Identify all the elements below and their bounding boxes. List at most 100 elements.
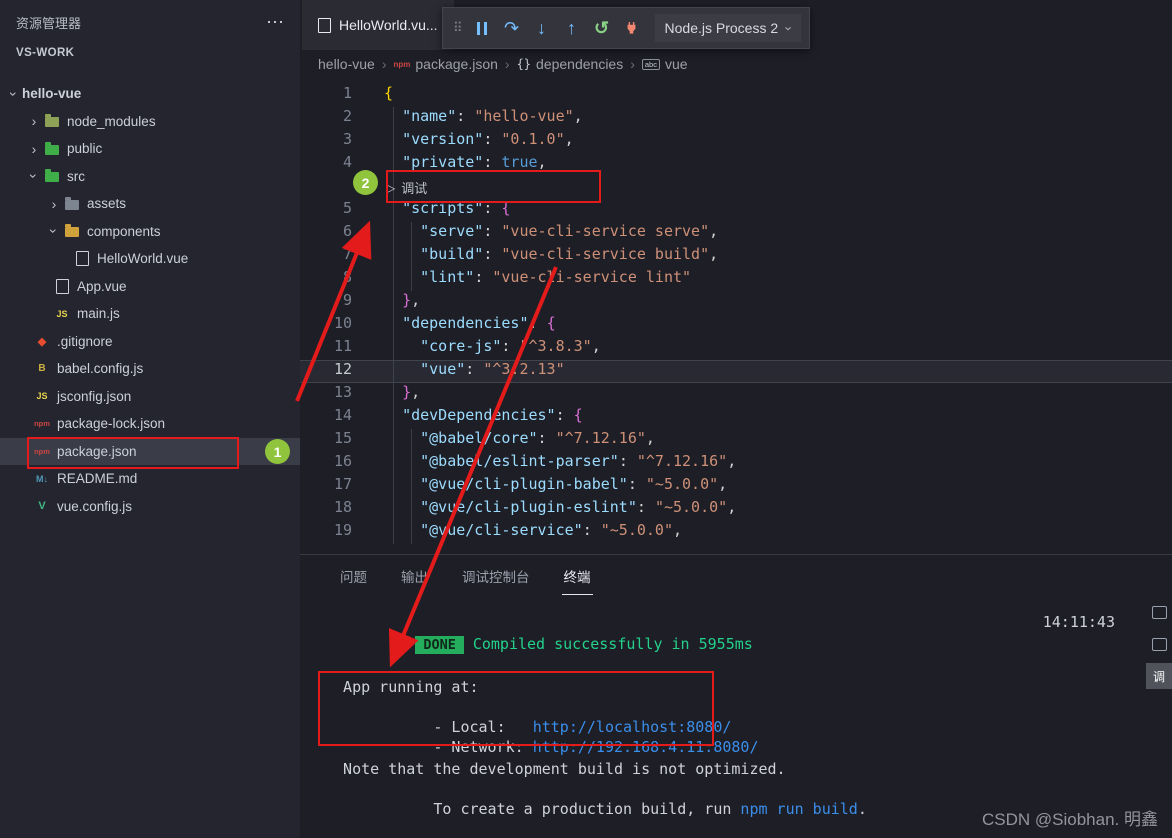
code-text: "scripts": {	[402, 199, 511, 217]
code-line-8[interactable]: 8 "lint": "vue-cli-service lint"	[300, 268, 1172, 291]
tree-item-App.vue[interactable]: App.vue	[0, 273, 300, 301]
tree-item-jsconfig.json[interactable]: JS jsconfig.json	[0, 383, 300, 411]
tree-item-src[interactable]: › src	[0, 163, 300, 191]
line-number: 3	[342, 130, 352, 148]
chevron-down-icon[interactable]: ›	[46, 223, 62, 239]
code-line-19[interactable]: 19 "@vue/cli-service": "~5.0.0",	[300, 521, 1172, 544]
file-tree: › hello-vue › node_modules › public › src › asset…	[0, 80, 300, 520]
folder-nm-icon	[42, 113, 62, 129]
terminal-list-item[interactable]: 调	[1146, 663, 1172, 689]
code-text: "@vue/cli-service": "~5.0.0",	[420, 521, 683, 539]
folder-gray-icon	[62, 196, 82, 212]
debug-codelens-button[interactable]: ▷ 调试	[386, 176, 427, 199]
local-url-line: - Local: http://localhost:8080/	[325, 697, 1144, 736]
git-icon: ◆	[37, 335, 47, 348]
line-number: 2	[342, 107, 352, 125]
tree-item-public[interactable]: › public	[0, 135, 300, 163]
play-icon: ▷	[386, 180, 396, 195]
tree-item-assets[interactable]: › assets	[0, 190, 300, 218]
note-line-2: To create a production build, run npm ru…	[325, 779, 1144, 818]
line-number: 16	[333, 452, 352, 470]
step-out-icon[interactable]: ↑	[557, 13, 587, 43]
step-over-icon[interactable]: ↷	[497, 13, 527, 43]
code-text: "lint": "vue-cli-service lint"	[420, 268, 692, 286]
terminal-list: 调	[1146, 599, 1172, 689]
code-line-16[interactable]: 16 "@babel/eslint-parser": "^7.12.16",	[300, 452, 1172, 475]
more-actions-icon[interactable]: ⋯	[266, 12, 284, 33]
code-text: },	[402, 383, 421, 401]
code-line-2[interactable]: 2 "name": "hello-vue",	[300, 107, 1172, 130]
breadcrumb-item-vue[interactable]: abc vue	[641, 56, 688, 72]
code-line-6[interactable]: 6 "serve": "vue-cli-service serve",	[300, 222, 1172, 245]
step-into-icon[interactable]: ↓	[527, 13, 557, 43]
workspace-section-header[interactable]: VS-WORK	[0, 44, 300, 66]
tree-item-.gitignore[interactable]: ◆ .gitignore	[0, 328, 300, 356]
code-line-14[interactable]: 14 "devDependencies": {	[300, 406, 1172, 429]
annotation-badge-1: 1	[265, 439, 290, 464]
code-line-1[interactable]: 1{	[300, 84, 1172, 107]
tree-label: public	[67, 141, 103, 157]
restart-icon[interactable]: ↺	[587, 13, 617, 43]
tree-item-package.json[interactable]: npm package.json	[0, 437, 300, 465]
code-line-15[interactable]: 15 "@babel/core": "^7.12.16",	[300, 429, 1172, 452]
pause-icon[interactable]	[467, 13, 497, 43]
panel-tab-终端[interactable]: 终端	[561, 556, 593, 595]
tree-label: hello-vue	[22, 86, 82, 102]
code-line-3[interactable]: 3 "version": "0.1.0",	[300, 130, 1172, 153]
code-line-10[interactable]: 10 "dependencies": {	[300, 314, 1172, 337]
chevron-down-icon[interactable]: ›	[26, 168, 42, 184]
breadcrumb-item-dependencies[interactable]: {} dependencies	[517, 56, 624, 72]
breadcrumb: hello-vue › npm package.json › {} dependencies…	[300, 50, 1172, 78]
tab-helloworld[interactable]: HelloWorld.vu...	[302, 0, 454, 50]
tree-item-README.md[interactable]: M↓ README.md	[0, 465, 300, 493]
tree-item-hello-vue[interactable]: › hello-vue	[0, 80, 300, 108]
local-url-link[interactable]: http://localhost:8080/	[533, 718, 732, 736]
npm-icon: npm	[34, 419, 50, 429]
line-number: 17	[333, 475, 352, 493]
breadcrumb-item-hello-vue[interactable]: hello-vue	[318, 56, 375, 72]
code-line-12[interactable]: 12 "vue": "^3.2.13"	[300, 360, 1172, 383]
network-url-link[interactable]: http://192.168.4.11:8080/	[533, 738, 759, 756]
code-line-17[interactable]: 17 "@vue/cli-plugin-babel": "~5.0.0",	[300, 475, 1172, 498]
tree-item-node_modules[interactable]: › node_modules	[0, 108, 300, 136]
breadcrumb-separator: ›	[381, 56, 387, 72]
process-selector[interactable]: Node.js Process 2 ›	[654, 14, 802, 42]
timestamp: 14:11:43	[1042, 613, 1115, 631]
tree-item-components[interactable]: › components	[0, 218, 300, 246]
panel-tab-输出[interactable]: 输出	[399, 556, 430, 594]
tree-label: package-lock.json	[57, 416, 166, 432]
tree-label: main.js	[77, 306, 120, 322]
code-line-13[interactable]: 13 },	[300, 383, 1172, 406]
tree-item-vue.config.js[interactable]: Vvue.config.js	[0, 493, 300, 521]
code-line-18[interactable]: 18 "@vue/cli-plugin-eslint": "~5.0.0",	[300, 498, 1172, 521]
terminal-list-item[interactable]	[1146, 599, 1172, 625]
code-editor[interactable]: 1{2 "name": "hello-vue", 3 "version": "0.…	[300, 78, 1172, 554]
line-number: 18	[333, 498, 352, 516]
terminal-list-item[interactable]	[1146, 631, 1172, 657]
drag-handle-icon[interactable]: ⠿	[453, 20, 463, 36]
panel-tab-问题[interactable]: 问题	[338, 556, 369, 594]
explorer-sidebar: 资源管理器 ⋯ VS-WORK › hello-vue › node_modules ›…	[0, 0, 301, 838]
code-text: "private": true,	[402, 153, 547, 171]
chevron-right-icon[interactable]: ›	[26, 113, 42, 129]
vue-icon: V	[38, 500, 46, 513]
code-line-11[interactable]: 11 "core-js": "^3.8.3",	[300, 337, 1172, 360]
terminal-icon	[1151, 637, 1167, 651]
line-number-spacer	[300, 176, 352, 199]
code-line-7[interactable]: 7 "build": "vue-cli-service build",	[300, 245, 1172, 268]
chevron-down-icon[interactable]: ›	[6, 86, 22, 102]
tree-item-HelloWorld.vue[interactable]: HelloWorld.vue	[0, 245, 300, 273]
code-line-4[interactable]: 4 "private": true,	[300, 153, 1172, 176]
tree-item-main.js[interactable]: JS main.js	[0, 300, 300, 328]
breadcrumb-item-package.json[interactable]: npm package.json	[394, 56, 498, 72]
disconnect-icon[interactable]	[617, 13, 647, 43]
chevron-right-icon[interactable]: ›	[46, 196, 62, 212]
code-line-9[interactable]: 9 },	[300, 291, 1172, 314]
code-line-5[interactable]: 5 "scripts": {	[300, 199, 1172, 222]
tree-item-babel.config.js[interactable]: Bbabel.config.js	[0, 355, 300, 383]
panel-tab-调试控制台[interactable]: 调试控制台	[460, 556, 532, 594]
tree-item-package-lock.json[interactable]: npm package-lock.json	[0, 410, 300, 438]
chevron-right-icon[interactable]: ›	[26, 141, 42, 157]
vscode-window: 资源管理器 ⋯ VS-WORK › hello-vue › node_modules ›…	[0, 0, 1172, 838]
terminal-compiled-line: DONE Compiled successfully in 5955ms 14:1…	[325, 611, 1144, 654]
